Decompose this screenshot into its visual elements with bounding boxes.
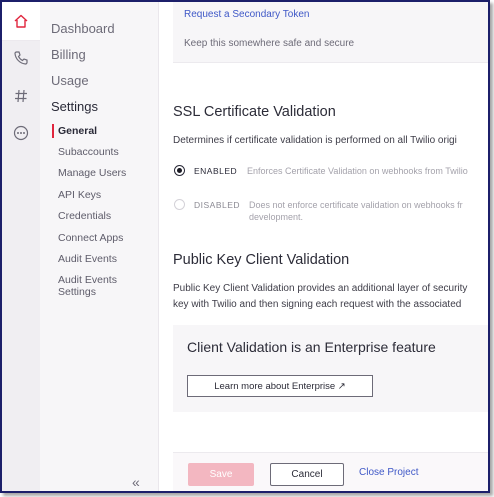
- nav-item-billing[interactable]: Billing: [51, 47, 86, 62]
- ssl-disabled-description: Does not enforce certificate validation …: [249, 200, 463, 210]
- ssl-enabled-radio[interactable]: [174, 165, 185, 176]
- enterprise-callout: Client Validation is an Enterprise featu…: [173, 325, 488, 412]
- ssl-disabled-description-cont: development.: [249, 212, 304, 222]
- cancel-button[interactable]: Cancel: [270, 463, 344, 486]
- active-indicator: [52, 124, 54, 138]
- save-button[interactable]: Save: [188, 463, 254, 486]
- hash-icon[interactable]: [2, 78, 40, 114]
- learn-more-enterprise-button[interactable]: Learn more about Enterprise ↗: [187, 375, 373, 397]
- home-icon[interactable]: [2, 2, 40, 41]
- token-note: Keep this somewhere safe and secure: [184, 38, 355, 49]
- pkcv-section-title: Public Key Client Validation: [173, 252, 350, 268]
- icon-rail: [2, 2, 41, 491]
- main-content: Request a Secondary Token Keep this some…: [159, 2, 488, 491]
- ssl-section-title: SSL Certificate Validation: [173, 104, 336, 120]
- more-icon[interactable]: [2, 115, 40, 151]
- subnav-item-audit-events[interactable]: Audit Events: [58, 253, 117, 265]
- ssl-disabled-radio[interactable]: [174, 199, 185, 210]
- subnav-item-credentials[interactable]: Credentials: [58, 210, 111, 222]
- subnav-item-connect-apps[interactable]: Connect Apps: [58, 232, 123, 244]
- enterprise-callout-title: Client Validation is an Enterprise featu…: [187, 339, 436, 355]
- subnav-item-api-keys[interactable]: API Keys: [58, 189, 101, 201]
- form-footer: Save Cancel Close Project: [173, 452, 488, 491]
- window-frame: Dashboard Billing Usage Settings General…: [0, 0, 490, 493]
- close-project-link[interactable]: Close Project: [359, 467, 418, 478]
- subnav-item-subaccounts[interactable]: Subaccounts: [58, 146, 119, 158]
- subnav-item-general[interactable]: General: [58, 125, 97, 137]
- subnav-item-manage-users[interactable]: Manage Users: [58, 167, 126, 179]
- phone-icon[interactable]: [2, 40, 40, 76]
- pkcv-description-line1: Public Key Client Validation provides an…: [173, 283, 468, 294]
- token-panel: Request a Secondary Token Keep this some…: [173, 2, 488, 63]
- nav-item-dashboard[interactable]: Dashboard: [51, 21, 115, 36]
- ssl-enabled-description: Enforces Certificate Validation on webho…: [247, 166, 468, 176]
- nav-item-settings[interactable]: Settings: [51, 99, 98, 114]
- ssl-description: Determines if certificate validation is …: [173, 135, 457, 146]
- ssl-disabled-label[interactable]: DISABLED: [194, 200, 240, 210]
- request-secondary-token-link[interactable]: Request a Secondary Token: [184, 9, 309, 20]
- collapse-sidebar-icon[interactable]: «: [132, 474, 140, 490]
- subnav-item-audit-events-settings[interactable]: Audit Events Settings: [58, 274, 148, 298]
- nav-item-usage[interactable]: Usage: [51, 73, 89, 88]
- pkcv-description-line2: key with Twilio and then signing each re…: [173, 299, 462, 310]
- ssl-enabled-label[interactable]: ENABLED: [194, 166, 237, 176]
- sidebar-nav: Dashboard Billing Usage Settings General…: [40, 2, 159, 491]
